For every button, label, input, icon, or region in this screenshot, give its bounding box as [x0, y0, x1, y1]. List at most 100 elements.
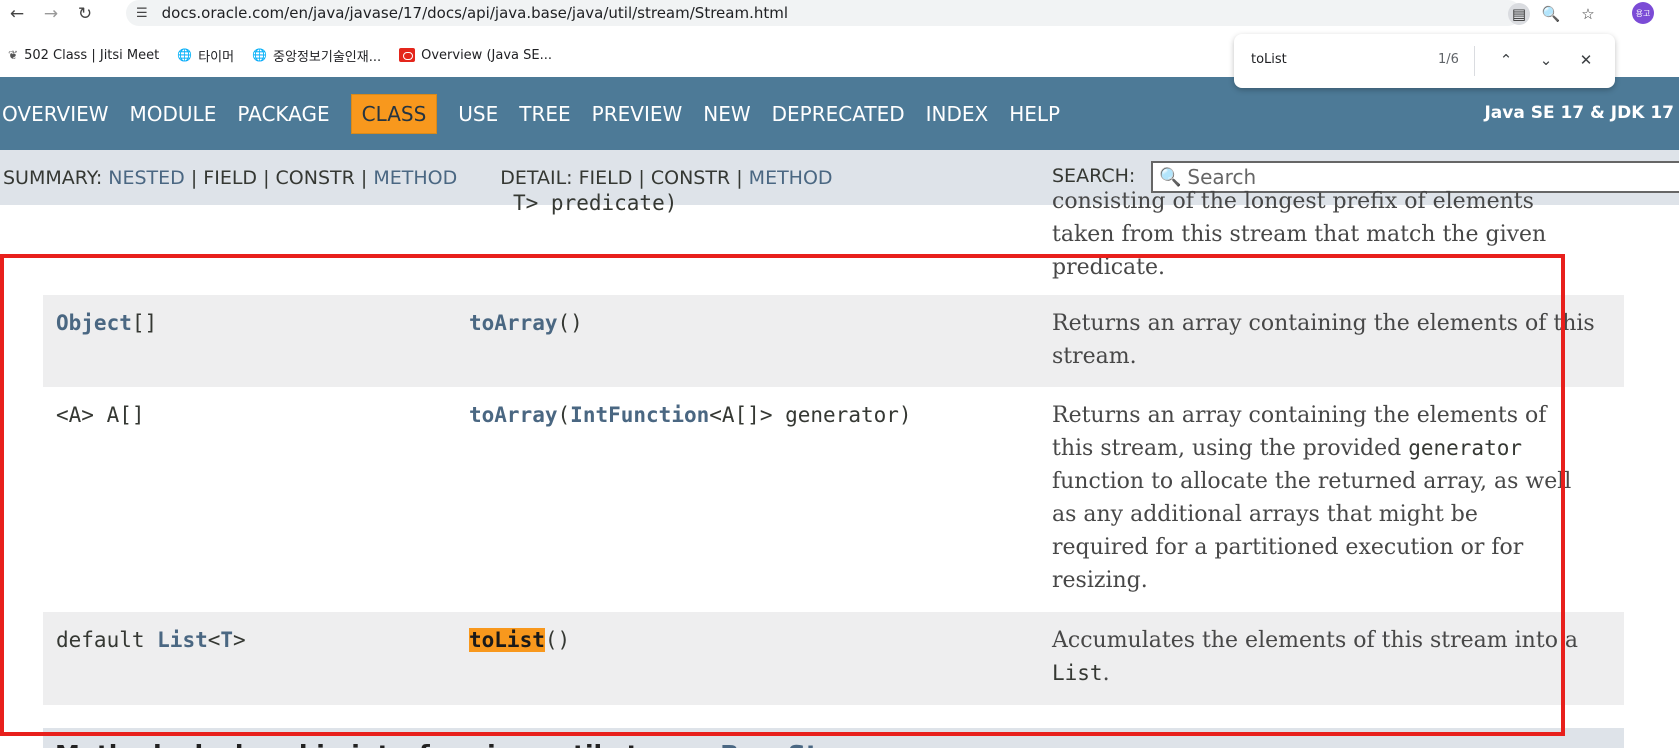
nav-use[interactable]: USE [458, 102, 498, 126]
method-args: () [544, 628, 571, 652]
separator: | [184, 166, 204, 189]
browser-toolbar: ← → ↻ ☰ docs.oracle.com/en/java/javase/1… [0, 0, 1679, 28]
detail-constr: CONSTR [650, 166, 731, 189]
bookmark-jungang[interactable]: 🌐 중앙정보기술인재... [252, 46, 381, 65]
method-link-toarray[interactable]: toArray [469, 403, 558, 427]
bookmark-star-icon[interactable]: ☆ [1577, 3, 1599, 25]
separator: | [632, 166, 651, 189]
method-link-tolist-highlighted[interactable]: toList [469, 628, 545, 652]
reload-icon[interactable]: ↻ [68, 0, 102, 28]
bookmark-jitsi[interactable]: ❦ 502 Class | Jitsi Meet [8, 48, 159, 63]
nav-tree[interactable]: TREE [519, 102, 570, 126]
page-gutter [1625, 205, 1679, 748]
detail-field: FIELD [578, 166, 633, 189]
method-link-toarray[interactable]: toArray [469, 311, 558, 335]
detail-method-link[interactable]: METHOD [749, 167, 833, 189]
modifier-cell: Object[] [56, 311, 157, 335]
zoom-icon[interactable]: 🔍 [1540, 3, 1562, 25]
desc-text: function to allocate the returned array,… [1052, 469, 1572, 593]
separator: | [354, 166, 374, 189]
modifier-cell: default List<T> [56, 628, 246, 652]
desc-text: . [1102, 661, 1110, 686]
generic-close: > [233, 628, 246, 652]
find-match-count: 1/6 [1438, 52, 1459, 67]
desc-line: consisting of the longest prefix of elem… [1052, 189, 1534, 214]
method-description: Returns an array containing the elements… [1052, 399, 1577, 597]
method-description: Accumulates the elements of this stream … [1052, 624, 1612, 690]
args-rest: <A[]> generator) [709, 403, 912, 427]
method-cell: toList() [469, 628, 570, 652]
method-args: () [557, 311, 583, 335]
bookmark-label: 중앙정보기술인재... [273, 49, 382, 65]
generic-open: < [207, 628, 221, 652]
profile-avatar[interactable]: 용고 [1632, 2, 1654, 24]
type-link-list[interactable]: List [157, 628, 208, 652]
desc-line: predicate. [1052, 255, 1166, 280]
address-bar[interactable]: ☰ docs.oracle.com/en/java/javase/17/docs… [126, 0, 1521, 26]
method-desc-partial: consisting of the longest prefix of elem… [1052, 185, 1612, 284]
nav-preview[interactable]: PREVIEW [592, 102, 683, 126]
type-link-t[interactable]: T [220, 628, 233, 652]
summary-nested-link[interactable]: NESTED [108, 167, 185, 189]
bookmark-label: Overview (Java SE... [421, 47, 552, 63]
method-summary-content: T> predicate) consisting of the longest … [0, 189, 1679, 748]
bookmark-timer[interactable]: 🌐 타이머 [177, 46, 234, 65]
nav-new[interactable]: NEW [703, 102, 750, 126]
type-link-object[interactable]: Object [56, 311, 132, 335]
desc-line: taken from this stream that match the gi… [1052, 222, 1547, 247]
method-cell: toArray() [469, 311, 583, 335]
args-open: ( [557, 403, 571, 427]
forward-arrow-icon[interactable]: → [34, 0, 68, 28]
summary-constr: CONSTR [275, 166, 355, 189]
nav-module[interactable]: MODULE [130, 102, 217, 126]
nav-class-active: CLASS [350, 93, 438, 134]
summary-label: SUMMARY: [3, 166, 109, 189]
modifier-cell: <A> A[] [56, 403, 145, 427]
method-cell: toArray(IntFunction<A[]> generator) [469, 403, 912, 427]
back-arrow-icon[interactable]: ← [0, 0, 34, 28]
modifier-default: default [56, 628, 158, 652]
javadoc-brand: Java SE 17 & JDK 17 [1484, 103, 1674, 123]
heading-text: Methods declared in interface java.util.… [55, 740, 720, 748]
url-text: docs.oracle.com/en/java/javase/17/docs/a… [161, 4, 789, 22]
bookmark-label: 타이머 [198, 49, 235, 65]
search-label: SEARCH: [1052, 165, 1136, 187]
chevron-up-icon[interactable]: ⌃ [1495, 49, 1517, 71]
table-row-partial: T> predicate) consisting of the longest … [43, 189, 1624, 295]
desc-text: Accumulates the elements of this stream … [1052, 628, 1579, 653]
globe-icon: 🌐 [252, 48, 268, 62]
basestream-link[interactable]: BaseStream [720, 740, 890, 748]
reader-icon[interactable]: ▤ [1508, 3, 1530, 25]
find-input[interactable]: toList [1251, 52, 1287, 67]
site-settings-icon[interactable]: ☰ [136, 6, 148, 21]
desc-code: List [1052, 661, 1103, 685]
bookmark-java-overview[interactable]: Overview (Java SE... [399, 48, 552, 63]
leaf-icon: ❦ [8, 48, 19, 62]
find-divider [1474, 46, 1475, 76]
nav-deprecated[interactable]: DEPRECATED [772, 102, 905, 126]
separator: | [730, 166, 749, 189]
inherited-methods-heading: Methods declared in interface java.util.… [55, 740, 890, 748]
nav-overview[interactable]: OVERVIEW [2, 102, 109, 126]
table-row: <A> A[] toArray(IntFunction<A[]> generat… [43, 387, 1624, 612]
chevron-down-icon[interactable]: ⌄ [1535, 49, 1557, 71]
type-link-intfunction[interactable]: IntFunction [570, 403, 709, 427]
nav-help[interactable]: HELP [1009, 102, 1060, 126]
separator: | [257, 166, 276, 189]
bookmark-label: 502 Class | Jitsi Meet [24, 47, 160, 63]
close-icon[interactable]: ✕ [1575, 49, 1597, 71]
table-row: Object[] toArray() Returns an array cont… [43, 295, 1624, 387]
detail-label: DETAIL: [500, 166, 579, 189]
method-description: Returns an array containing the elements… [1052, 311, 1595, 369]
method-params-partial: T> predicate) [513, 191, 678, 215]
array-suffix: [] [131, 311, 158, 335]
summary-method-link[interactable]: METHOD [373, 167, 457, 189]
desc-code: generator [1408, 436, 1523, 460]
globe-icon: 🌐 [177, 48, 193, 62]
nav-package[interactable]: PACKAGE [237, 102, 329, 126]
nav-index[interactable]: INDEX [926, 102, 989, 126]
summary-field: FIELD [203, 166, 258, 189]
oracle-icon [399, 48, 416, 62]
find-in-page-bar: toList 1/6 ⌃ ⌄ ✕ [1234, 34, 1615, 88]
table-row: default List<T> toList() Accumulates the… [43, 612, 1624, 705]
